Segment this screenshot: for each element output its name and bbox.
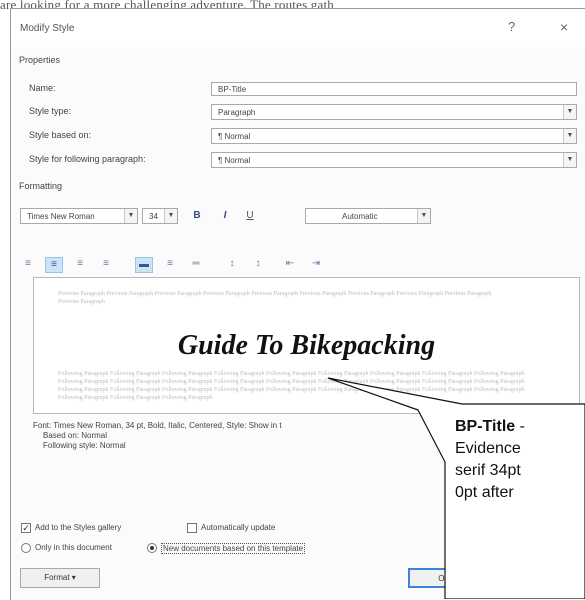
callout-text: BP-Title - Evidence serif 34pt 0pt after <box>455 416 525 504</box>
modify-style-dialog: Modify Style ? × Properties Name: BP-Tit… <box>10 8 585 600</box>
based-on-select[interactable]: ¶ Normal ▼ <box>211 128 577 144</box>
bold-button[interactable]: B <box>189 207 205 225</box>
new-documents-label: New documents based on this template <box>161 543 306 554</box>
single-spacing-icon[interactable]: ▬ <box>135 257 153 273</box>
font-color-select[interactable]: Automatic ▼ <box>305 208 431 224</box>
formatting-heading: Formatting <box>19 181 63 191</box>
dialog-titlebar: Modify Style ? × <box>11 9 585 47</box>
new-documents-radio[interactable] <box>147 543 157 553</box>
align-center-icon[interactable]: ≡ <box>45 257 63 273</box>
align-left-icon[interactable]: ≡ <box>19 257 37 273</box>
callout-line-spacing: 0pt after <box>455 484 514 501</box>
chevron-down-icon: ▼ <box>124 209 137 223</box>
based-on-value: ¶ Normal <box>218 132 251 141</box>
dialog-title: Modify Style <box>20 23 75 34</box>
style-preview: Previous Paragraph Previous Paragraph Pr… <box>33 277 580 414</box>
callout-style-name: BP-Title <box>455 418 516 435</box>
chevron-down-icon: ▼ <box>563 129 576 143</box>
auto-update-label: Automatically update <box>201 523 276 532</box>
style-description-font: Font: Times New Roman, 34 pt, Bold, Ital… <box>33 421 282 430</box>
chevron-down-icon: ▼ <box>164 209 177 223</box>
decrease-indent-icon[interactable]: ⇤ <box>281 257 299 273</box>
callout-line-size: serif 34pt <box>455 462 521 479</box>
ok-button[interactable]: OK <box>408 568 480 588</box>
preview-previous-paragraph: Previous Paragraph Previous Paragraph Pr… <box>58 291 492 305</box>
preview-following-paragraph: Following Paragraph Following Paragraph … <box>58 371 525 401</box>
chevron-down-icon: ▼ <box>563 105 576 119</box>
underline-button[interactable]: U <box>242 207 258 225</box>
style-type-value: Paragraph <box>218 108 256 117</box>
font-color-value: Automatic <box>342 212 378 221</box>
chevron-down-icon: ▼ <box>417 209 430 223</box>
style-type-select[interactable]: Paragraph ▼ <box>211 104 577 120</box>
callout-line-font: Evidence <box>455 440 521 457</box>
align-right-icon[interactable]: ≡ <box>71 257 89 273</box>
following-style-label: Style for following paragraph: <box>29 154 146 164</box>
italic-button[interactable]: I <box>217 207 233 225</box>
increase-indent-icon[interactable]: ⇥ <box>307 257 325 273</box>
add-gallery-label: Add to the Styles gallery <box>35 523 122 532</box>
close-button[interactable]: × <box>560 19 568 35</box>
name-input[interactable]: BP-Title <box>211 82 577 96</box>
properties-heading: Properties <box>19 55 61 65</box>
style-type-label: Style type: <box>29 106 72 116</box>
name-label: Name: <box>29 83 56 93</box>
chevron-down-icon: ▼ <box>563 153 576 167</box>
font-size-value: 34 <box>149 212 158 221</box>
double-spacing-icon[interactable]: ═ <box>187 257 205 273</box>
add-gallery-checkbox[interactable]: ✓ <box>21 523 31 533</box>
based-on-label: Style based on: <box>29 130 92 140</box>
only-document-label: Only in this document <box>35 543 112 552</box>
font-size-select[interactable]: 34 ▼ <box>142 208 178 224</box>
auto-update-checkbox[interactable] <box>187 523 197 533</box>
preview-sample-title: Guide To Bikepacking <box>177 330 436 361</box>
help-button[interactable]: ? <box>508 19 515 34</box>
following-style-value: ¶ Normal <box>218 156 251 165</box>
following-style-select[interactable]: ¶ Normal ▼ <box>211 152 577 168</box>
increase-spacing-icon[interactable]: ↕ <box>223 257 241 273</box>
font-select[interactable]: Times New Roman ▼ <box>20 208 138 224</box>
callout-dash: - <box>515 418 525 435</box>
format-button[interactable]: Format ▾ <box>20 568 100 588</box>
decrease-spacing-icon[interactable]: ↕ <box>249 257 267 273</box>
font-value: Times New Roman <box>27 212 95 221</box>
style-description-following: Following style: Normal <box>43 441 126 450</box>
justify-icon[interactable]: ≡ <box>97 257 115 273</box>
style-description-based-on: Based on: Normal <box>43 431 108 440</box>
only-document-radio[interactable] <box>21 543 31 553</box>
one-half-spacing-icon[interactable]: ≡ <box>161 257 179 273</box>
